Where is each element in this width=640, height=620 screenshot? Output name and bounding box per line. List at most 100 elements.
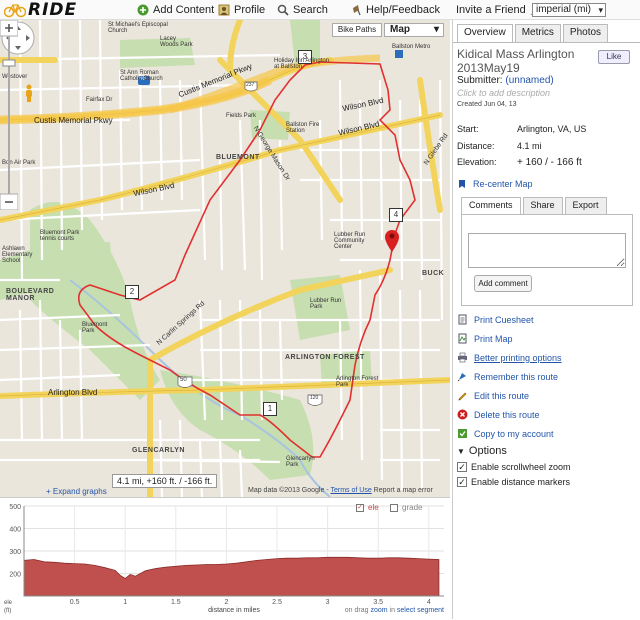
map-label-buck: BUCK [422, 270, 445, 277]
elevation-graph[interactable]: 500 400 300 200 0.5 1 1.5 2 2.5 3 3.5 4 ele (ft) dista… [0, 497, 450, 619]
map-data-credit: Map data ©2013 Google - [248, 487, 329, 494]
elevation-chart-canvas[interactable]: 500 400 300 200 0.5 1 1.5 2 2.5 3 3.5 4 ele (ft) dista… [0, 498, 450, 620]
x-tick-label: 1.5 [171, 599, 181, 606]
remember-route-label: Remember this route [474, 371, 559, 382]
start-value: Arlington, VA, US [517, 124, 587, 134]
tab-metrics[interactable]: Metrics [514, 24, 561, 42]
route-shield-237: 237 [246, 82, 255, 88]
bookmark-icon [457, 373, 466, 382]
printer-icon [458, 352, 467, 363]
x-tick-label: 3 [326, 599, 330, 606]
units-select[interactable]: imperial (mi) [532, 3, 606, 17]
legend-ele[interactable]: ✓ ele [356, 503, 379, 512]
map-label-boulevard-manor: BOULEVARD MANOR [6, 288, 55, 302]
ele-toggle-checkbox[interactable]: ✓ [356, 503, 364, 512]
map-label-fire-station: Ballston Fire Station [286, 122, 320, 134]
route-shield-50: 50 [180, 377, 187, 383]
report-map-error-link[interactable]: Report a map error [374, 487, 433, 494]
print-cuesheet-link[interactable]: Print Cuesheet [457, 314, 534, 325]
map-label-custis-west: Custis Memorial Pkwy [34, 116, 113, 125]
options-title: Options [468, 445, 507, 457]
tab-overview[interactable]: Overview [457, 24, 513, 43]
map-type-select[interactable]: Map [384, 23, 444, 37]
elevation-row: Elevation: + 160 / - 166 ft [457, 157, 582, 168]
comment-textarea[interactable] [468, 233, 626, 268]
elevation-value: + 160 / - 166 ft [517, 157, 582, 168]
y-tick-label: 400 [9, 527, 21, 534]
delete-route-link[interactable]: Delete this route [457, 409, 540, 420]
terms-of-use-link[interactable]: Terms of Use [330, 487, 371, 494]
map-canvas [0, 20, 450, 497]
bike-paths-toggle[interactable]: Bike Paths [332, 23, 382, 37]
recenter-icon [459, 180, 465, 188]
start-row: Start: Arlington, VA, US [457, 124, 586, 134]
route-marker-2[interactable]: 2 [125, 285, 139, 299]
like-button[interactable]: Like [598, 50, 630, 64]
tab-divider [453, 42, 640, 43]
route-marker-4[interactable]: 4 [389, 208, 403, 222]
expand-graphs-link[interactable]: + Expand graphs [46, 487, 107, 496]
profile-button[interactable]: Profile [218, 3, 265, 17]
x-tick-label: 2 [224, 599, 228, 606]
scrollwheel-zoom-option[interactable]: ✓ Enable scrollwheel zoom [457, 462, 571, 472]
map-label-ballston-metro: Ballston Metro [392, 44, 431, 50]
search-button[interactable]: Search [277, 3, 328, 17]
help-feedback-button[interactable]: Help/Feedback [350, 3, 440, 17]
print-map-link[interactable]: Print Map [457, 333, 513, 344]
drag-hint-part: in [388, 607, 397, 614]
add-content-button[interactable]: Add Content [137, 3, 214, 17]
copy-to-account-link[interactable]: Copy to my account [457, 428, 554, 439]
y-tick-label: 500 [9, 504, 21, 511]
x-tick-label: 3.5 [373, 599, 383, 606]
collapse-options-icon: ▼ [457, 446, 465, 456]
route-map[interactable]: 1 2 3 4 50 66 237 120 Custis Memorial Pk… [0, 20, 450, 497]
route-start-pin[interactable] [385, 230, 399, 252]
route-marker-1[interactable]: 1 [263, 402, 277, 416]
map-label-bluemont: BLUEMONT [216, 154, 260, 161]
like-label: Like [606, 52, 622, 61]
distance-markers-option[interactable]: ✓ Enable distance markers [457, 477, 570, 487]
distance-markers-checkbox[interactable]: ✓ [457, 477, 467, 487]
map-label-glencarlyn: GLENCARLYN [132, 447, 185, 454]
drag-hint-part: on drag [345, 607, 371, 614]
x-tick-label: 1 [123, 599, 127, 606]
grade-toggle-checkbox[interactable] [390, 503, 398, 512]
tab-photos[interactable]: Photos [562, 24, 609, 42]
elevation-label: Elevation: [457, 157, 497, 167]
add-comment-button[interactable]: Add comment [474, 275, 532, 292]
add-description-link[interactable]: Click to add description [457, 88, 550, 98]
start-label: Start: [457, 124, 479, 134]
elevation-area [23, 556, 440, 597]
edit-route-link[interactable]: Edit this route [457, 390, 529, 401]
legend-ele-label: ele [368, 503, 379, 512]
options-heading[interactable]: ▼ Options [457, 445, 507, 457]
logo-text: RIDE [28, 0, 78, 20]
tab-export[interactable]: Export [564, 197, 607, 214]
print-map-icon [458, 333, 467, 344]
search-label: Search [293, 4, 328, 16]
tab-share[interactable]: Share [522, 197, 563, 214]
panel-tabs: Overview Metrics Photos [457, 24, 610, 43]
street-view-pegman-icon[interactable] [24, 84, 34, 102]
scrollwheel-zoom-label: Enable scrollwheel zoom [471, 462, 571, 472]
zoom-control[interactable] [0, 20, 18, 210]
search-icon [277, 4, 289, 16]
scrollwheel-zoom-checkbox[interactable]: ✓ [457, 462, 467, 472]
tab-comments[interactable]: Comments [461, 197, 521, 215]
route-details-panel: Overview Metrics Photos Kidical Mass Arl… [452, 20, 640, 619]
map-label-lubber-run-park: Lubber Run Park [310, 298, 342, 310]
submitter-label: Submitter: [457, 75, 503, 86]
map-label-glencarlyn-park: Glencarlyn Park [286, 456, 315, 468]
remember-route-link[interactable]: Remember this route [457, 371, 558, 382]
distance-markers-label: Enable distance markers [471, 477, 571, 487]
profile-label: Profile [234, 4, 266, 16]
route-title[interactable]: Kidical Mass Arlington 2013May19 [457, 47, 597, 75]
map-label-arlington-forest: ARLINGTON FOREST [285, 354, 365, 361]
recenter-map-link[interactable]: Re-center Map [473, 179, 533, 189]
delete-route-label: Delete this route [474, 409, 540, 420]
better-printing-options-link[interactable]: Better printing options [457, 352, 562, 363]
submitter-name-link[interactable]: (unnamed) [505, 75, 553, 86]
x-tick-label: 0.5 [70, 599, 80, 606]
legend-grade[interactable]: grade [390, 503, 422, 512]
logo[interactable]: RIDE [4, 0, 78, 20]
